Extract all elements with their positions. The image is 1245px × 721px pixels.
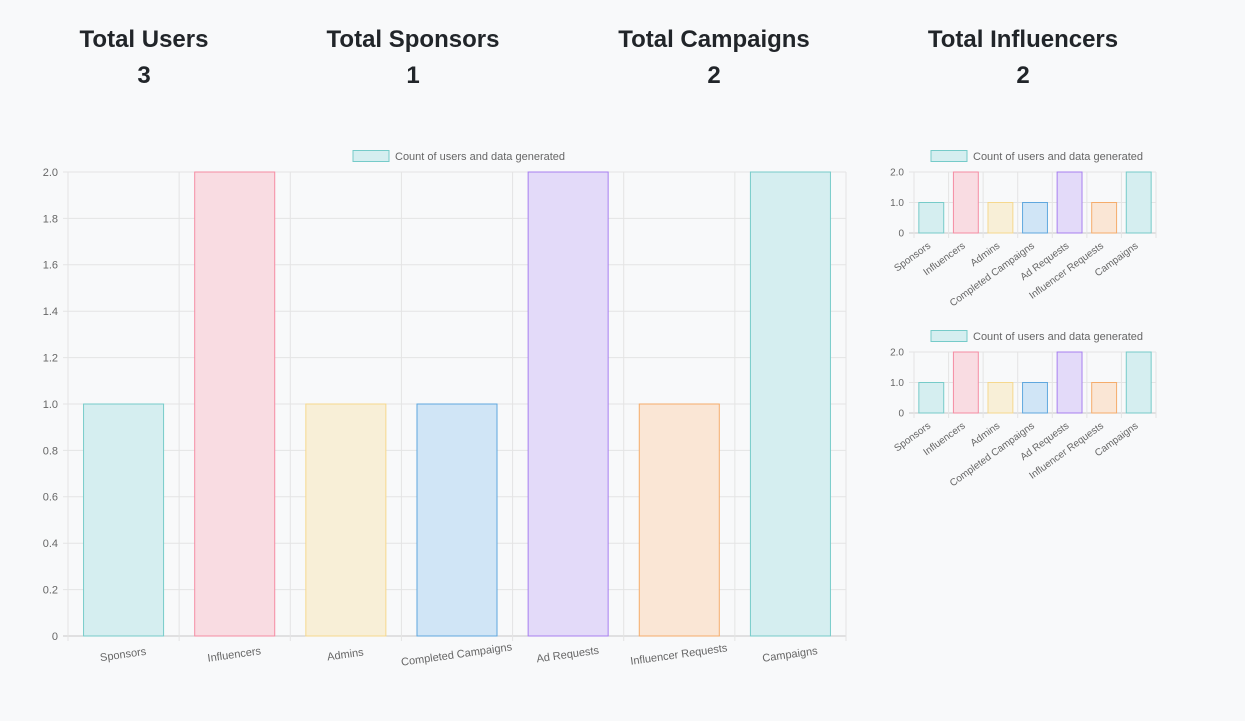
bar xyxy=(987,382,1014,414)
y-tick-label: 1.0 xyxy=(43,399,58,411)
x-tick-label: Completed Campaigns xyxy=(400,641,513,669)
bar xyxy=(1056,171,1083,234)
x-tick-label: Ad Requests xyxy=(536,645,601,666)
legend-label: Count of users and data generated xyxy=(973,151,1143,163)
legend-label: Count of users and data generated xyxy=(973,331,1143,343)
y-tick-label: 0 xyxy=(898,409,904,420)
bar xyxy=(1125,171,1152,234)
bar xyxy=(527,171,609,637)
bar xyxy=(1056,351,1083,414)
bar xyxy=(952,171,979,234)
bar xyxy=(194,171,276,637)
bar xyxy=(1091,382,1118,414)
stat-total-sponsors: Total Sponsors 1 xyxy=(313,24,513,96)
stat-title: Total Sponsors xyxy=(326,26,500,53)
bar xyxy=(638,403,720,637)
legend-swatch xyxy=(930,150,968,162)
y-tick-label: 2.0 xyxy=(890,348,904,359)
legend-label: Count of users and data generated xyxy=(395,151,565,163)
bar xyxy=(918,382,945,414)
small-bar-chart-bottom: Count of users and data generated 0 1.0 2.0… xyxy=(890,330,1157,489)
y-tick-label: 0.2 xyxy=(43,584,58,596)
bar xyxy=(1091,202,1118,234)
stat-total-influencers: Total Influencers 2 xyxy=(913,24,1133,96)
stat-value: 1 xyxy=(406,62,420,89)
y-tick-label: 0.4 xyxy=(43,538,58,550)
bar xyxy=(1125,351,1152,414)
stat-total-campaigns: Total Campaigns 2 xyxy=(604,24,824,96)
legend-swatch xyxy=(930,330,968,342)
y-tick-label: 0 xyxy=(52,631,58,643)
bar xyxy=(1022,202,1048,234)
small-bar-chart-top: Count of users and data generated 0 1.0 2.0… xyxy=(890,150,1157,309)
stat-title: Total Campaigns xyxy=(618,26,810,53)
main-bar-chart: Count of users and data generated 0 0.2 0.4… xyxy=(43,150,847,669)
y-tick-label: 1.8 xyxy=(43,213,58,225)
x-tick-label: Admins xyxy=(326,646,364,663)
stat-total-users: Total Users 3 xyxy=(64,24,224,96)
stat-value: 3 xyxy=(137,62,151,89)
bar xyxy=(987,202,1014,234)
bar xyxy=(416,403,498,637)
y-tick-label: 1.6 xyxy=(43,260,58,272)
y-tick-label: 2.0 xyxy=(890,168,904,179)
y-tick-label: 0.6 xyxy=(43,492,58,504)
bar xyxy=(749,171,831,637)
y-tick-label: 1.4 xyxy=(43,306,58,318)
bar xyxy=(952,351,979,414)
x-tick-label: Influencer Requests xyxy=(630,642,729,668)
y-tick-label: 2.0 xyxy=(43,167,58,179)
y-tick-label: 0 xyxy=(898,229,904,240)
bar xyxy=(305,403,387,637)
bar xyxy=(83,403,165,637)
x-tick-label: Sponsors xyxy=(99,646,147,664)
stat-title: Total Influencers xyxy=(927,26,1119,53)
x-tick-label: Influencers xyxy=(207,645,262,664)
y-tick-label: 0.8 xyxy=(43,445,58,457)
stat-value: 2 xyxy=(1016,62,1030,89)
y-tick-label: 1.0 xyxy=(890,378,904,389)
y-tick-label: 1.0 xyxy=(890,198,904,209)
bar xyxy=(918,202,945,234)
stat-title: Total Users xyxy=(79,26,209,53)
stat-value: 2 xyxy=(707,62,721,89)
bar xyxy=(1022,382,1048,414)
x-tick-label: Campaigns xyxy=(762,645,819,665)
y-tick-label: 1.2 xyxy=(43,352,58,364)
legend-swatch xyxy=(352,150,390,162)
